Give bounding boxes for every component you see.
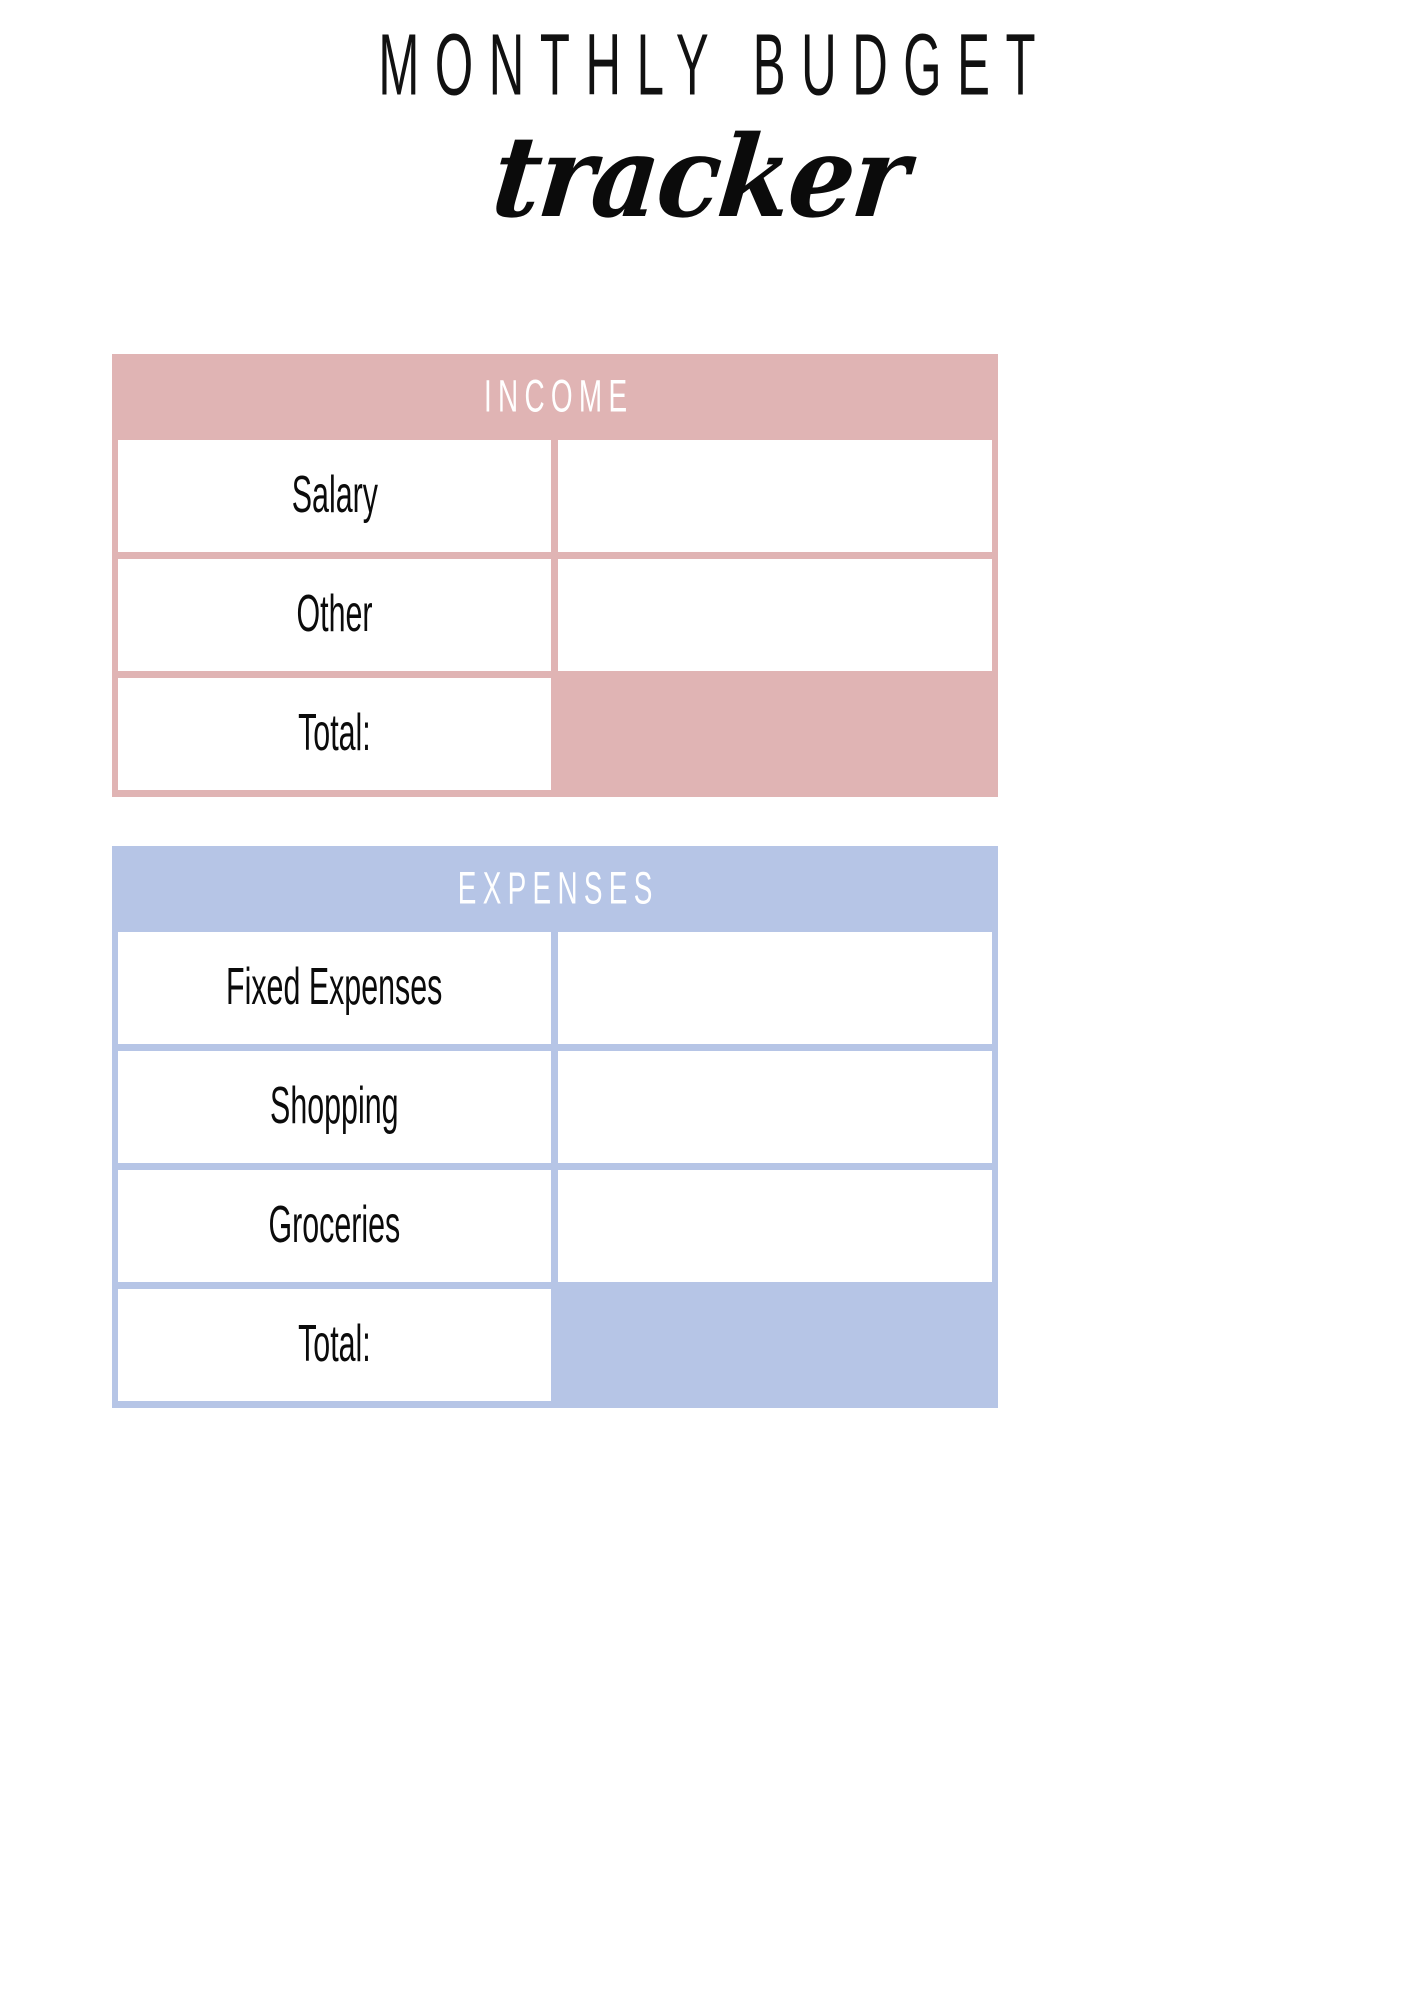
expenses-value-cell-shopping[interactable] (558, 1051, 992, 1163)
income-label-cell-total: Total: (118, 678, 551, 790)
row-label: Salary (291, 466, 378, 524)
income-value-cell-total[interactable] (558, 678, 992, 790)
income-rows: Salary Other Total: (112, 440, 998, 797)
row-label: Groceries (268, 1196, 401, 1254)
title-line-monthly-budget: MONTHLY BUDGET (378, 16, 1052, 114)
income-label-cell-salary: Salary (118, 440, 551, 552)
table-row: Other (118, 559, 992, 671)
expenses-header: EXPENSES (112, 846, 998, 932)
table-row: Total: (118, 1289, 992, 1401)
row-label: Total: (298, 1315, 371, 1373)
expenses-rows: Fixed Expenses Shopping Groceries Total: (112, 932, 998, 1408)
expenses-value-cell-fixed[interactable] (558, 932, 992, 1044)
page-title: MONTHLY BUDGET tracker (0, 16, 1414, 243)
title-line-tracker: tracker (486, 110, 914, 243)
income-value-cell-other[interactable] (558, 559, 992, 671)
table-row: Groceries (118, 1170, 992, 1282)
row-label: Fixed Expenses (226, 958, 443, 1016)
row-label: Other (296, 585, 373, 643)
expenses-value-cell-total[interactable] (558, 1289, 992, 1401)
table-row: Salary (118, 440, 992, 552)
expenses-label-cell-shopping: Shopping (118, 1051, 551, 1163)
expenses-label-cell-groceries: Groceries (118, 1170, 551, 1282)
income-label-cell-other: Other (118, 559, 551, 671)
income-header-label: INCOME (483, 370, 633, 422)
income-header: INCOME (112, 354, 998, 440)
table-row: Shopping (118, 1051, 992, 1163)
expenses-label-cell-fixed: Fixed Expenses (118, 932, 551, 1044)
budget-tracker-page: MONTHLY BUDGET tracker MONTH: INCOME (0, 0, 1414, 2000)
expenses-value-cell-groceries[interactable] (558, 1170, 992, 1282)
row-label: Shopping (270, 1077, 399, 1135)
expenses-label-cell-total: Total: (118, 1289, 551, 1401)
income-value-cell-salary[interactable] (558, 440, 992, 552)
section-expenses: EXPENSES Fixed Expenses Shopping Groceri… (112, 846, 998, 1408)
section-income: INCOME Salary Other Total: (112, 354, 998, 797)
row-label: Total: (298, 704, 371, 762)
table-row: Total: (118, 678, 992, 790)
table-row: Fixed Expenses (118, 932, 992, 1044)
expenses-header-label: EXPENSES (457, 862, 659, 914)
